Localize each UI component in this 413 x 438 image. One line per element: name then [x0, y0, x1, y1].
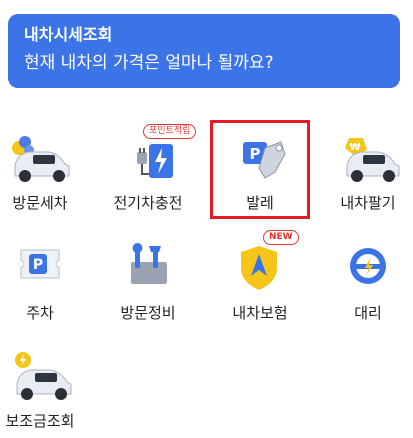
car-price-banner[interactable]: 내차시세조회 현재 내차의 가격은 얼마나 될까요? — [8, 14, 400, 88]
tile-label: 내차팔기 — [340, 194, 396, 212]
svg-text:P: P — [33, 257, 43, 273]
tile-label: 보조금조회 — [5, 412, 75, 430]
sell-car-icon: ₩ — [333, 128, 403, 186]
toolbox-icon — [113, 238, 183, 296]
steering-wheel-icon — [333, 238, 403, 296]
banner-subtitle: 현재 내차의 가격은 얼마나 될까요? — [24, 53, 274, 73]
tile-label: 방문정비 — [120, 304, 176, 322]
points-badge: 포인트적립 — [143, 124, 197, 139]
tile-label: 방문세차 — [12, 194, 68, 212]
insurance-shield-icon: NEW — [225, 230, 299, 296]
tile-designated-driver[interactable]: 대리 — [320, 238, 413, 330]
svg-text:₩: ₩ — [349, 142, 360, 153]
subsidy-car-icon — [5, 346, 75, 404]
tile-subsidy[interactable]: 보조금조회 — [0, 346, 88, 438]
ev-charge-icon: 포인트적립 — [113, 124, 197, 186]
tile-car-wash[interactable]: 방문세차 — [0, 128, 88, 220]
tile-label: 대리 — [354, 304, 382, 322]
tile-label: 전기차충전 — [113, 194, 183, 212]
parking-ticket-icon: P — [5, 238, 75, 296]
tile-ev-charge[interactable]: 포인트적립 전기차충전 — [100, 124, 197, 220]
valet-highlight-box — [210, 120, 310, 219]
tile-insurance[interactable]: NEW 내차보험 — [212, 230, 308, 330]
banner-title: 내차시세조회 — [24, 25, 113, 44]
tile-label: 내차보험 — [232, 304, 288, 322]
tile-parking[interactable]: P 주차 — [0, 238, 88, 330]
tile-sell-car[interactable]: ₩ 내차팔기 — [320, 128, 413, 220]
new-badge: NEW — [263, 230, 299, 245]
tile-visit-repair[interactable]: 방문정비 — [100, 238, 196, 330]
tile-label: 주차 — [26, 304, 54, 322]
car-wash-icon — [5, 128, 75, 186]
